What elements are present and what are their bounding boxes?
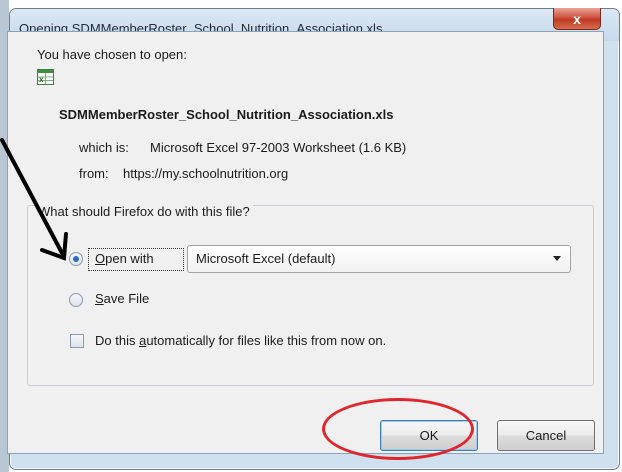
auto-action-checkbox[interactable] <box>70 334 84 348</box>
intro-text: You have chosen to open: <box>37 47 187 62</box>
svg-text:x: x <box>39 75 44 84</box>
auto-action-rest: utomatically for files like this from no… <box>146 333 387 348</box>
open-with-rest: pen with <box>105 251 154 266</box>
close-icon: x <box>573 10 581 27</box>
chevron-down-icon[interactable] <box>553 256 561 261</box>
auto-action-label[interactable]: Do this automatically for files like thi… <box>95 333 386 348</box>
close-button[interactable]: x <box>553 8 601 30</box>
open-with-accel: O <box>95 251 106 266</box>
save-file-rest: ave File <box>103 291 150 306</box>
excel-file-icon: x <box>37 69 54 85</box>
open-with-app-select[interactable]: Microsoft Excel (default) <box>187 245 571 273</box>
action-question: What should Firefox do with this file? <box>35 204 253 219</box>
open-with-radio[interactable] <box>69 252 83 266</box>
save-file-radio[interactable] <box>69 293 83 307</box>
source-url-value: https://my.schoolnutrition.org <box>123 166 289 181</box>
auto-action-prefix: Do this <box>95 333 140 348</box>
save-file-accel: S <box>95 291 104 306</box>
save-file-label[interactable]: Save File <box>95 291 149 306</box>
which-is-label: which is: <box>79 140 129 155</box>
ok-button[interactable]: OK <box>380 420 478 451</box>
file-name: SDMMemberRoster_School_Nutrition_Associa… <box>59 107 394 122</box>
open-with-app-value: Microsoft Excel (default) <box>196 251 336 266</box>
file-type-value: Microsoft Excel 97-2003 Worksheet (1.6 K… <box>150 140 407 155</box>
open-with-label[interactable]: Open with <box>95 251 154 266</box>
cancel-button[interactable]: Cancel <box>497 420 595 451</box>
from-label: from: <box>79 166 109 181</box>
